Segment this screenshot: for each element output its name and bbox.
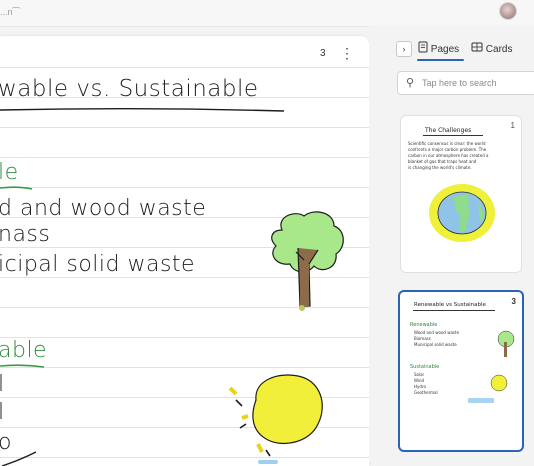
thumbnail-tree-icon [497, 330, 515, 357]
user-avatar[interactable] [499, 2, 517, 20]
page-thumbnail-3[interactable]: 3 Renewable vs Sustainable Renewable Woo… [398, 290, 524, 452]
search-input[interactable]: ⚲ Tap here to search [397, 71, 534, 95]
leaf-icon: ⁀ [12, 7, 20, 17]
thumbnail-line: carbon in our atmosphere has created a [408, 153, 489, 158]
ink-item-wind: l [0, 400, 5, 425]
ink-heading-sustainable: able [0, 338, 48, 363]
blue-highlight-mark [258, 460, 278, 464]
thumbnail-number: 1 [510, 121, 515, 130]
tree-drawing-icon [271, 211, 344, 311]
ink-title: wable vs. Sustainable [0, 76, 259, 102]
sustainable-underline [0, 364, 45, 368]
page-thumbnail-1[interactable]: 1 The Challenges Scientific consensus is… [400, 115, 522, 273]
ink-item-wood: d and wood waste [0, 196, 207, 221]
thumbnail-item: Wood and wood waste [414, 330, 460, 335]
title-bar: ...n⁀ [0, 0, 534, 27]
ink-item-biomass: nass [0, 222, 51, 247]
thumbnail-section-heading: Renewable [410, 322, 438, 328]
app-title: ...n⁀ [0, 7, 20, 17]
earth-drawing-icon [429, 184, 495, 242]
title-underline [0, 108, 285, 112]
thumbnail-sun-icon [490, 374, 508, 392]
thumbnail-item: Hydro [414, 384, 426, 389]
thumbnail-title: Renewable vs Sustainable [414, 302, 486, 308]
tab-pages[interactable]: Pages [418, 41, 459, 57]
pages-icon [418, 41, 428, 53]
thumbnail-line: Scientific consensus is clear: the world [408, 141, 486, 146]
thumbnail-title: The Challenges [425, 127, 472, 134]
thumbnail-section-heading: Sustainable [410, 364, 440, 370]
thumbnail-line: confronts a major carbon problem. The [408, 147, 487, 152]
tab-cards[interactable]: Cards [471, 41, 512, 57]
thumbnail-number: 3 [511, 297, 516, 306]
thumbnail-title-underline [413, 310, 495, 311]
thumbnail-highlight-mark [468, 398, 494, 403]
ink-heading-renewable: le [0, 160, 19, 185]
thumbnail-item: Wind [414, 378, 425, 383]
thumbnail-item: Biomass [414, 336, 431, 341]
search-placeholder: Tap here to search [422, 78, 497, 88]
tab-pages-label: Pages [430, 43, 460, 55]
search-icon: ⚲ [406, 77, 415, 89]
pages-panel: › Pages Cards ⚲ Tap here to search 1 The… [369, 26, 534, 462]
thumbnail-line: is changing the world's climate. [408, 165, 472, 170]
thumbnail-item: Municipal solid waste [414, 342, 457, 347]
active-tab-indicator [417, 59, 464, 61]
ink-item-solar: l [0, 372, 5, 397]
ink-item-municipal: icipal solid waste [0, 252, 196, 277]
cards-icon [471, 42, 483, 52]
thumbnail-title-underline [423, 135, 483, 136]
sun-drawing-icon [228, 374, 323, 457]
tab-cards-label: Cards [485, 43, 513, 55]
ink-partial-stroke [1, 451, 37, 466]
thumbnail-item: Solar [414, 372, 425, 377]
note-canvas[interactable]: 3 ⋮ wable vs. Sustainable le d and wood … [0, 36, 369, 466]
more-options-icon[interactable]: ⋮ [340, 44, 354, 62]
renewable-underline [0, 186, 33, 190]
thumbnail-line: blanket of gas that traps heat and [408, 159, 477, 164]
page-number: 3 [320, 48, 326, 59]
collapse-panel-button[interactable]: › [396, 41, 412, 57]
thumbnail-item: Geothermal [414, 390, 438, 395]
